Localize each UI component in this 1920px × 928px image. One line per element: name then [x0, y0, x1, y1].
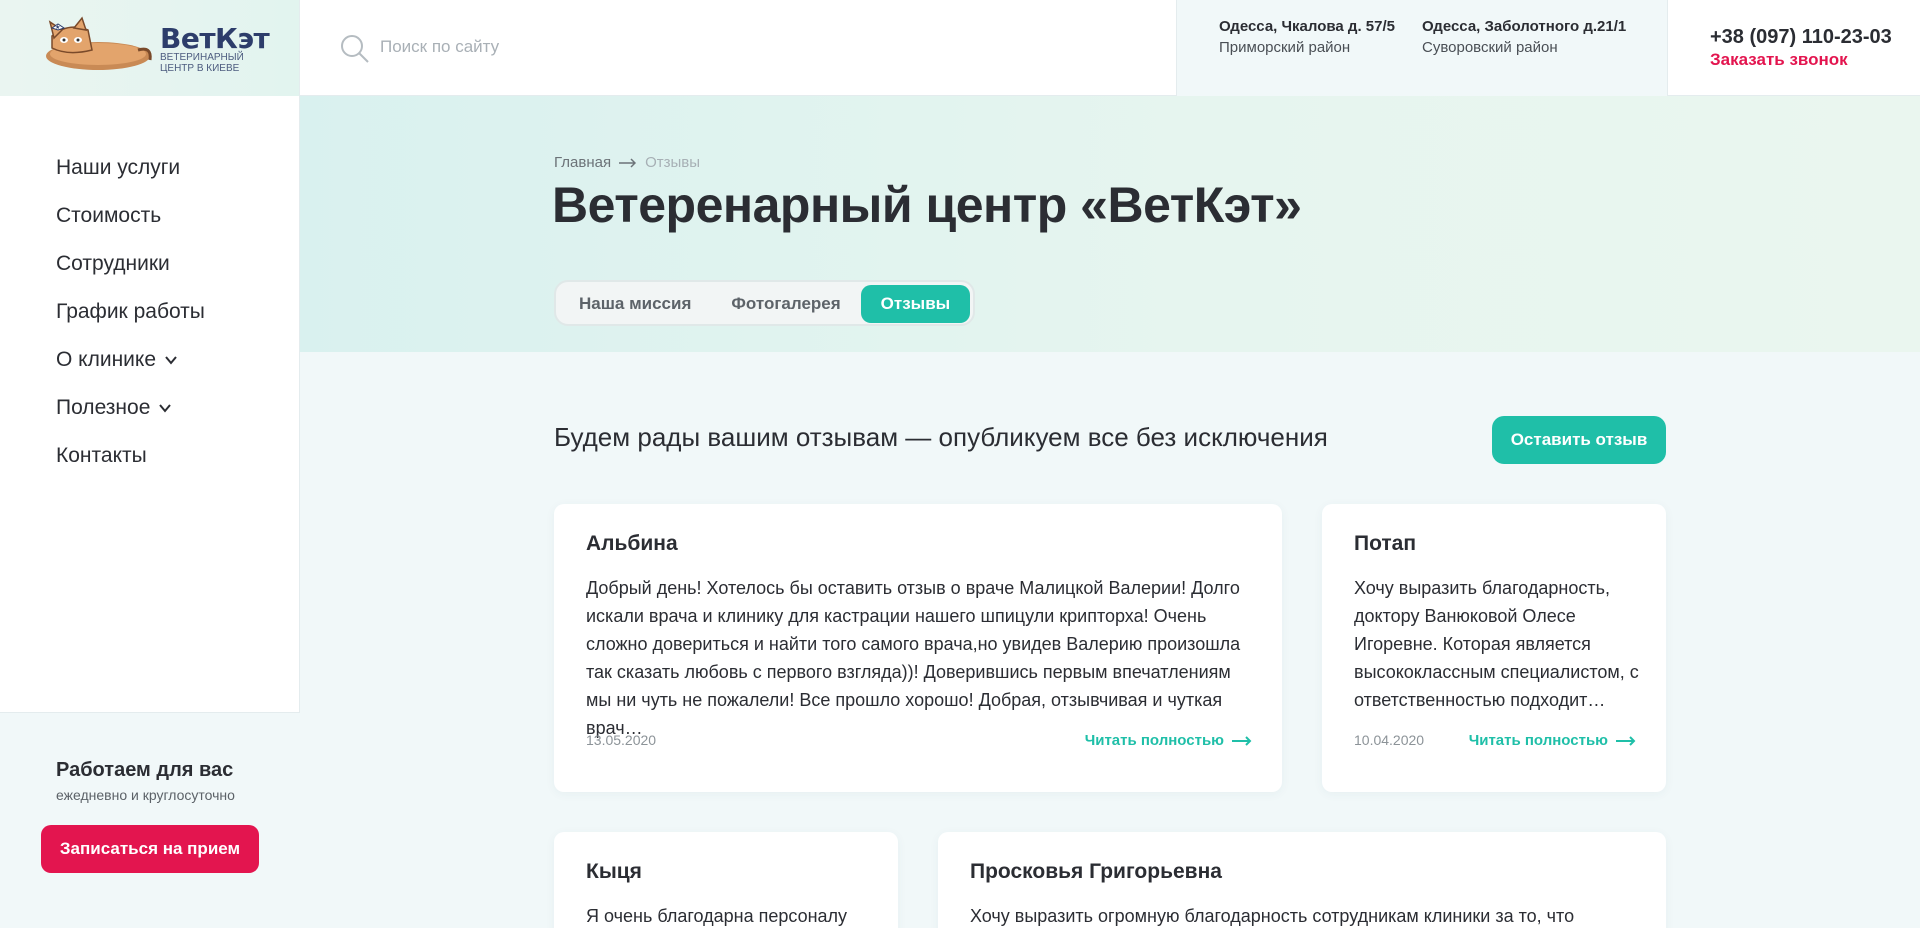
review-text: Хочу выразить благодарность, доктору Ван… [1354, 578, 1639, 710]
address-item[interactable]: Одесса, Заболотного д.21/1 Суворовский р… [1422, 18, 1626, 56]
phone-number[interactable]: +38 (097) 110-23-03 [1710, 26, 1892, 49]
nav-item-staff[interactable]: Сотрудники [56, 240, 205, 288]
nav-item-label: Сотрудники [56, 252, 170, 275]
hero-section: Главная Отзывы Ветеренарный центр «ВетКэ… [300, 96, 1920, 352]
logo-name: ВетКэт [160, 22, 270, 55]
address-item[interactable]: Одесса, Чкалова д. 57/5 Приморский район [1219, 18, 1395, 56]
address-street: Одесса, Заболотного д.21/1 [1422, 18, 1627, 35]
addresses: Одесса, Чкалова д. 57/5 Приморский район… [1176, 0, 1668, 96]
review-card: Потап Хочу выразить благодарность, докто… [1322, 504, 1666, 792]
reviews-intro: Будем рады вашим отзывам — опубликуем вс… [554, 422, 1328, 452]
main-nav: Наши услуги Стоимость Сотрудники График … [56, 144, 205, 480]
tab-gallery[interactable]: Фотогалерея [711, 285, 860, 323]
sidebar-footer: Работаем для вас ежедневно и круглосуточ… [0, 712, 300, 928]
review-text: Хочу выразить огромную благодарность сот… [970, 906, 1575, 926]
logo-subtitle: ветеринарный центр в киеве [160, 52, 244, 74]
read-more-link[interactable]: Читать полностью [1469, 732, 1636, 749]
breadcrumb-home[interactable]: Главная [554, 154, 611, 171]
address-district: Приморский район [1219, 39, 1351, 56]
nav-item-schedule[interactable]: График работы [56, 288, 205, 336]
review-author: Просковья Григорьевна [970, 860, 1222, 883]
callback-link[interactable]: Заказать звонок [1710, 50, 1848, 70]
search-icon[interactable] [340, 34, 370, 64]
read-more-label: Читать полностью [1468, 732, 1608, 749]
review-date: 10.04.2020 [1354, 732, 1425, 748]
chevron-down-icon [159, 404, 172, 413]
search-input[interactable] [380, 34, 880, 60]
nav-item-about[interactable]: О клинике [56, 336, 205, 384]
tab-mission[interactable]: Наша миссия [559, 285, 711, 323]
breadcrumb: Главная Отзывы [554, 154, 700, 171]
leave-review-button[interactable]: Оставить отзыв [1492, 416, 1666, 464]
appointment-button[interactable]: Записаться на прием [41, 825, 259, 873]
address-district: Суворовский район [1422, 39, 1558, 56]
cat-logo-icon: ★ [46, 16, 152, 70]
arrow-right-icon [619, 157, 637, 168]
search-bar [300, 0, 1176, 96]
review-card: Кыця Я очень благодарна персоналу [554, 832, 898, 928]
review-text: Я очень благодарна персоналу [586, 906, 848, 926]
nav-item-label: Наши услуги [56, 156, 181, 179]
review-author: Кыця [586, 860, 642, 883]
page-title: Ветеренарный центр «ВетКэт» [552, 177, 1302, 233]
read-more-link[interactable]: Читать полностью [1085, 732, 1252, 749]
review-text: Добрый день! Хотелось бы оставить отзыв … [586, 578, 1241, 738]
read-more-label: Читать полностью [1084, 732, 1224, 749]
nav-item-label: Полезное [56, 396, 151, 419]
nav-item-prices[interactable]: Стоимость [56, 192, 205, 240]
review-author: Альбина [586, 532, 678, 555]
nav-item-label: О клинике [56, 348, 157, 371]
svg-text:★: ★ [55, 24, 60, 31]
arrow-right-icon [1616, 735, 1636, 746]
tab-reviews[interactable]: Отзывы [860, 285, 971, 323]
logo[interactable]: ★ ВетКэт ветеринарный центр в киеве [0, 0, 300, 96]
sidebar: Наши услуги Стоимость Сотрудники График … [0, 96, 300, 928]
tab-bar: Наша миссия Фотогалерея Отзывы [554, 280, 976, 326]
review-date: 13.05.2020 [586, 732, 657, 748]
nav-item-label: Контакты [56, 444, 147, 467]
review-card: Альбина Добрый день! Хотелось бы оставит… [554, 504, 1282, 792]
work-hours-title: Работаем для вас [56, 759, 234, 781]
nav-item-label: График работы [56, 300, 205, 323]
nav-item-useful[interactable]: Полезное [56, 384, 205, 432]
nav-item-services[interactable]: Наши услуги [56, 144, 205, 192]
review-card: Просковья Григорьевна Хочу выразить огро… [938, 832, 1666, 928]
address-street: Одесса, Чкалова д. 57/5 [1219, 18, 1395, 35]
nav-item-label: Стоимость [56, 204, 162, 227]
arrow-right-icon [1232, 735, 1252, 746]
contact-box: +38 (097) 110-23-03 Заказать звонок [1668, 0, 1920, 96]
review-author: Потап [1354, 532, 1417, 555]
work-hours-subtitle: ежедневно и круглосуточно [56, 787, 235, 803]
site-header: ★ ВетКэт ветеринарный центр в киеве Одес… [0, 0, 1920, 96]
nav-item-contacts[interactable]: Контакты [56, 432, 205, 480]
breadcrumb-current: Отзывы [645, 154, 701, 171]
chevron-down-icon [165, 356, 177, 365]
